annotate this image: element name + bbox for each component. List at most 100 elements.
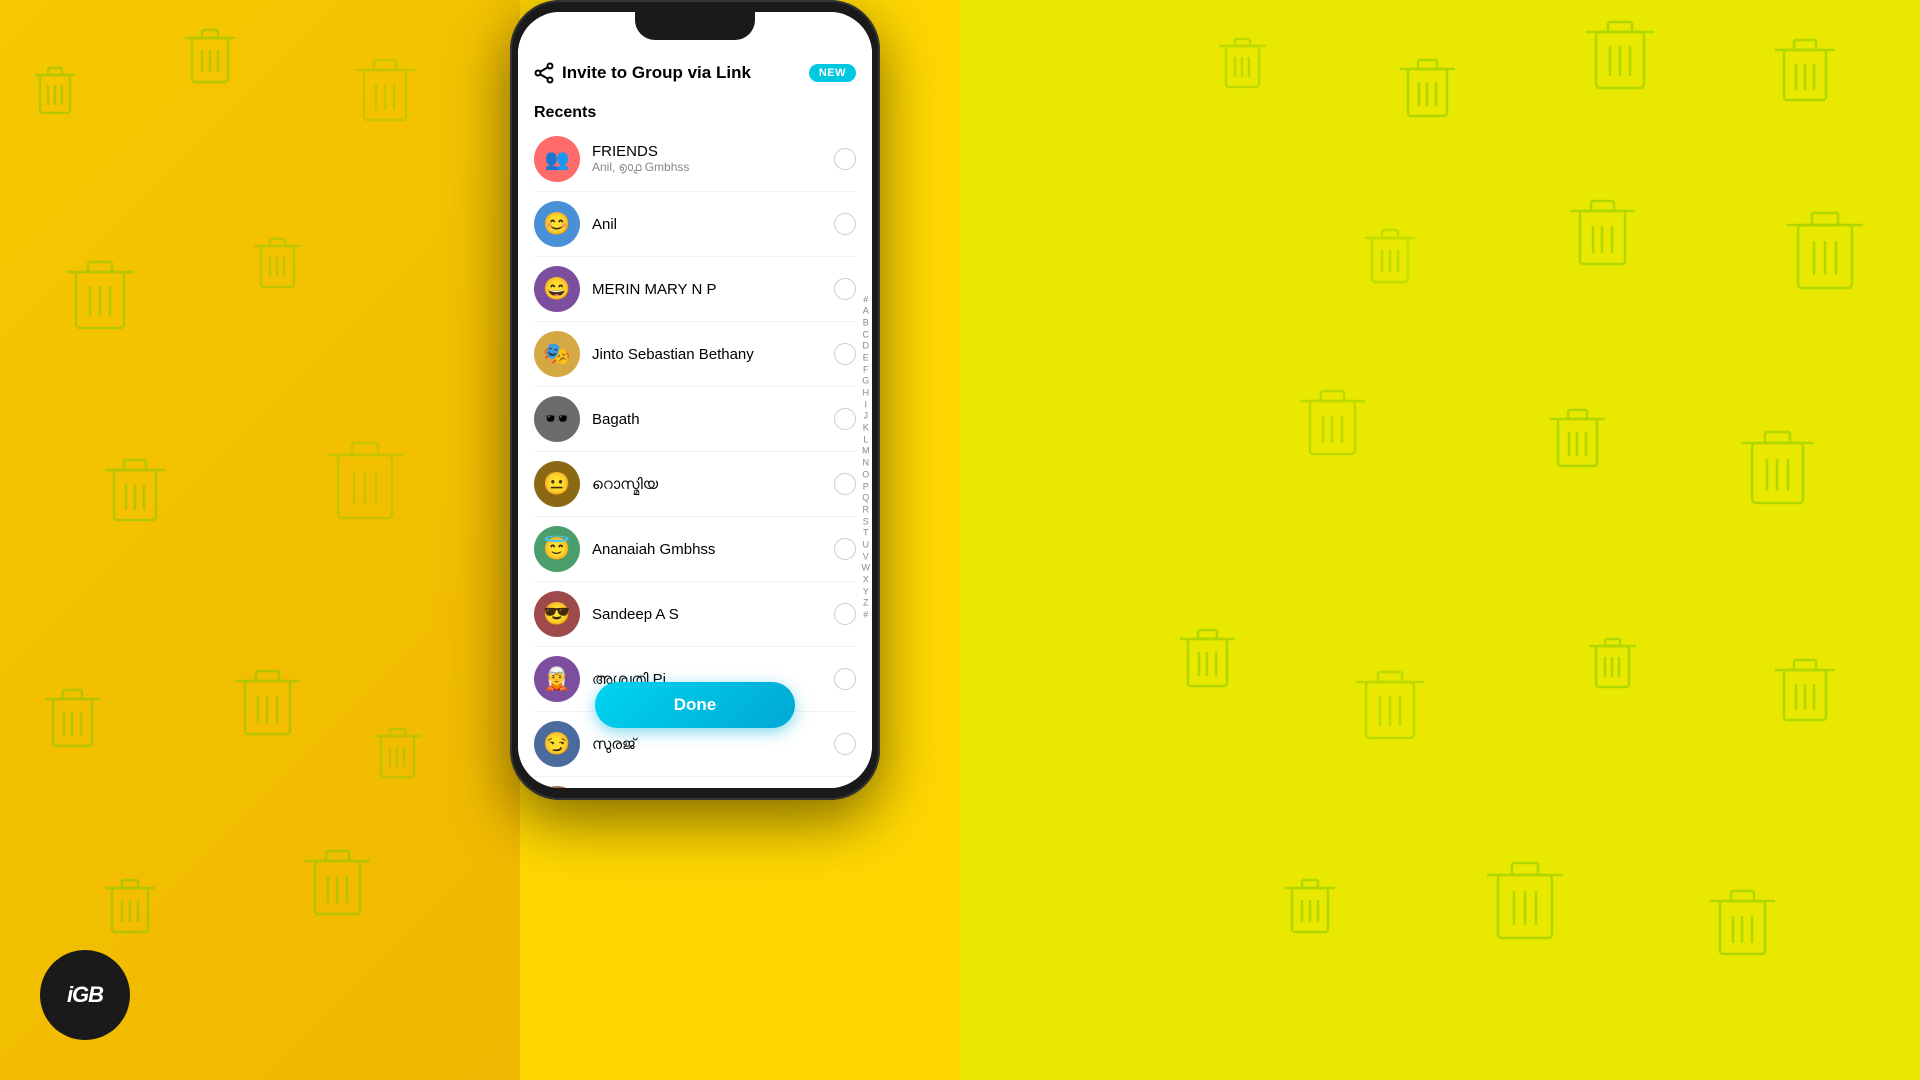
radio-suraj[interactable] (834, 733, 856, 755)
radio-ananaiah[interactable] (834, 538, 856, 560)
radio-rosmy[interactable] (834, 473, 856, 495)
alpha-b[interactable]: B (863, 317, 869, 329)
contact-info-rosmy: റൊസ്മിയ (592, 476, 822, 493)
alpha-hash2[interactable]: # (863, 609, 868, 621)
radio-bagath[interactable] (834, 408, 856, 430)
trash-icon-r11 (1770, 650, 1840, 735)
alpha-h[interactable]: H (863, 387, 870, 399)
new-badge[interactable]: NEW (809, 64, 856, 82)
alpha-v[interactable]: V (863, 551, 869, 563)
alpha-j[interactable]: J (864, 411, 869, 423)
contact-info-friends: FRIENDS Anil, ൭൦൧ Gmbhss (592, 143, 822, 175)
alpha-c[interactable]: C (863, 329, 870, 341)
radio-anil[interactable] (834, 213, 856, 235)
radio-ashwathi[interactable] (834, 668, 856, 690)
done-button-label: Done (674, 695, 717, 715)
alpha-p[interactable]: P (863, 481, 869, 493)
trash-icon-r2 (1580, 10, 1660, 105)
alpha-d[interactable]: D (863, 341, 870, 353)
alpha-n[interactable]: N (863, 458, 870, 470)
alpha-k[interactable]: K (863, 422, 869, 434)
contact-name-rosmy: റൊസ്മിയ (592, 476, 822, 493)
avatar-anil: 😊 (534, 201, 580, 247)
contact-item-merin[interactable]: 😄 MERIN MARY N P (518, 257, 872, 321)
contact-name-jinto: Jinto Sebastian Bethany (592, 346, 822, 363)
trash-icon-4 (60, 250, 140, 345)
avatar-dusty: 👤 (534, 786, 580, 788)
trash-icon-r16 (1480, 850, 1570, 955)
contact-name-anil: Anil (592, 216, 822, 233)
contact-item-bagath[interactable]: 🕶️ Bagath (518, 387, 872, 451)
alpha-e[interactable]: E (863, 352, 869, 364)
alpha-t[interactable]: T (863, 528, 869, 540)
alpha-hash[interactable]: # (863, 294, 868, 306)
alpha-a[interactable]: A (863, 306, 869, 318)
trash-icon-1 (30, 60, 80, 125)
alpha-g[interactable]: G (862, 376, 869, 388)
alpha-q[interactable]: Q (862, 493, 869, 505)
alpha-f[interactable]: F (863, 364, 869, 376)
contact-item-friends[interactable]: 👥 FRIENDS Anil, ൭൦൧ Gmbhss (518, 127, 872, 191)
share-icon (534, 62, 554, 84)
contact-item-rosmy[interactable]: 😐 റൊസ്മിയ (518, 452, 872, 516)
trash-icon-r13 (1350, 660, 1430, 755)
avatar-merin: 😄 (534, 266, 580, 312)
header-title: Invite to Group via Link (562, 63, 751, 83)
alpha-u[interactable]: U (863, 539, 870, 551)
avatar-ashwathi: 🧝 (534, 656, 580, 702)
phone-notch (635, 12, 755, 40)
contact-item-ananaiah[interactable]: 😇 Ananaiah Gmbhss (518, 517, 872, 581)
alpha-y[interactable]: Y (863, 586, 869, 598)
radio-merin[interactable] (834, 278, 856, 300)
trash-icon-r12 (1585, 630, 1640, 700)
radio-friends[interactable] (834, 148, 856, 170)
alpha-s[interactable]: S (863, 516, 869, 528)
trash-icon-r3 (1395, 50, 1460, 130)
contact-name-merin: MERIN MARY N P (592, 281, 822, 298)
trash-icon-6 (100, 450, 170, 535)
trash-icon-l17 (100, 870, 160, 945)
contact-item-dusty[interactable]: 👤 Dusty (518, 777, 872, 788)
avatar-jinto: 🎭 (534, 331, 580, 377)
contact-name-bagath: Bagath (592, 411, 822, 428)
trash-icon-3 (350, 50, 420, 135)
alpha-z[interactable]: Z (863, 598, 869, 610)
contact-item-jinto[interactable]: 🎭 Jinto Sebastian Bethany (518, 322, 872, 386)
alpha-i[interactable]: I (864, 399, 867, 411)
trash-icon-r8 (1735, 420, 1820, 520)
avatar-rosmy: 😐 (534, 461, 580, 507)
avatar-friends: 👥 (534, 136, 580, 182)
avatar-ananaiah: 😇 (534, 526, 580, 572)
radio-jinto[interactable] (834, 343, 856, 365)
trash-icon-r6 (1565, 190, 1640, 280)
done-button[interactable]: Done (595, 682, 795, 728)
alpha-o[interactable]: O (862, 469, 869, 481)
trash-icon-r9 (1545, 400, 1610, 480)
alpha-w[interactable]: W (862, 563, 871, 575)
trash-icon-8 (40, 680, 105, 760)
igb-logo: iGB (40, 950, 130, 1040)
alpha-l[interactable]: L (863, 434, 868, 446)
radio-sandeep[interactable] (834, 603, 856, 625)
trash-icon-r14 (1175, 620, 1240, 700)
contact-name-friends: FRIENDS (592, 143, 822, 160)
trash-icon-l18 (300, 840, 375, 930)
alpha-index[interactable]: # A B C D E F G H I J K L M N O P (862, 294, 871, 621)
trash-icon-r4 (1215, 30, 1270, 100)
contact-info-sandeep: Sandeep A S (592, 606, 822, 623)
contact-item-anil[interactable]: 😊 Anil (518, 192, 872, 256)
contact-item-sandeep[interactable]: 😎 Sandeep A S (518, 582, 872, 646)
contact-list: 👥 FRIENDS Anil, ൭൦൧ Gmbhss 😊 Anil (518, 127, 872, 788)
avatar-suraj: 😏 (534, 721, 580, 767)
trash-icon-r17 (1280, 870, 1340, 945)
trash-icon-9 (230, 660, 305, 750)
background-left (0, 0, 520, 1080)
screen-content: Invite to Group via Link NEW Recents 👥 F… (518, 12, 872, 788)
trash-icon-10 (370, 720, 425, 790)
alpha-r[interactable]: R (863, 504, 870, 516)
trash-icon-r1 (1770, 30, 1840, 115)
section-header: Recents (518, 94, 872, 127)
alpha-x[interactable]: X (863, 574, 869, 586)
trash-icon-r7 (1360, 220, 1420, 295)
alpha-m[interactable]: M (862, 446, 870, 458)
